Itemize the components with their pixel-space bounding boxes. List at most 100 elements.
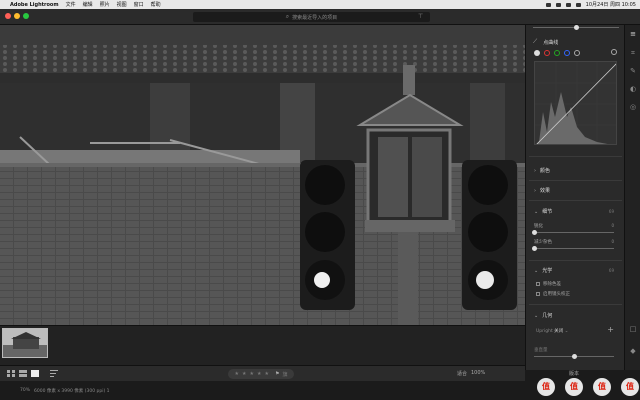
app-menu[interactable]: Adobe Lightroom (10, 2, 59, 8)
menubar-tray: 10月24日 周四 10:05 (545, 1, 636, 8)
section-color-label: 颜色 (540, 168, 551, 174)
menu-help[interactable]: 帮助 (151, 1, 161, 8)
sharpen-slider[interactable] (534, 232, 614, 233)
zoom-window-button[interactable] (23, 13, 29, 19)
flag-icon[interactable]: ⚑ (275, 371, 279, 377)
optics-reset[interactable]: 69 (609, 268, 614, 273)
upright-select[interactable]: Upright 关闭 ⌄ (536, 328, 568, 334)
zoom-select[interactable]: 100% (471, 370, 485, 376)
section-optics[interactable]: ⌄ 光学 (534, 267, 552, 275)
versions-label[interactable]: 版本 (569, 370, 579, 377)
chromatic-checkbox[interactable]: 移除色差 (536, 281, 561, 287)
detail-view-icon[interactable] (31, 370, 39, 377)
minimize-window-button[interactable] (14, 13, 20, 19)
section-detail[interactable]: ⌄ 细节 (534, 208, 553, 216)
menu-file[interactable]: 文件 (66, 1, 76, 8)
star-icon[interactable]: ★ (242, 371, 246, 377)
filmstrip-thumbnail[interactable] (2, 328, 48, 358)
chevron-down-icon: ⌄ (534, 267, 539, 274)
badge-text: 值 (570, 382, 578, 391)
crosshair-icon[interactable]: + (607, 325, 614, 334)
crop-icon[interactable]: ⌗ (629, 49, 637, 57)
chevron-down-icon: ⌄ (564, 329, 569, 334)
flag-label: 旗 (282, 371, 288, 378)
status-info: 6000 像素 x 3990 像素 (300 ppi) 1 (34, 389, 110, 394)
gradient-icon[interactable]: ◎ (629, 103, 637, 111)
sharpen-knob[interactable] (532, 230, 537, 235)
upright-value[interactable]: 关闭 (554, 329, 563, 334)
rating-stars[interactable]: ★ ★ ★ ★ ★ ⚑ 旗 (228, 369, 294, 379)
curve-channels (534, 50, 580, 56)
top-slider-knob[interactable] (574, 25, 579, 30)
star-icon[interactable]: ★ (250, 371, 254, 377)
menu-window[interactable]: 窗口 (134, 1, 144, 8)
noise-value[interactable]: 0 (611, 239, 614, 244)
photo-image (0, 25, 525, 325)
divider (529, 304, 622, 305)
curve-histogram (535, 62, 616, 144)
watermark-badge: 值 (537, 378, 555, 396)
channel-green-button[interactable] (554, 50, 560, 56)
menu-view[interactable]: 视图 (117, 1, 127, 8)
filmstrip (0, 325, 525, 365)
section-effects[interactable]: › 效果 (534, 187, 551, 195)
divider (529, 200, 622, 201)
profile-label: 启用镜头校正 (543, 292, 570, 297)
divider (529, 180, 622, 181)
bottom-right-area: 版本 值 值 值 值 (525, 370, 640, 400)
sharpen-value[interactable]: 0 (611, 223, 614, 228)
section-geometry[interactable]: ⌄ 几何 (534, 312, 552, 320)
tray-icon[interactable] (555, 2, 561, 7)
close-window-button[interactable] (5, 13, 11, 19)
search-input[interactable]: ⌕ 搜索最近导入的项目 (193, 12, 430, 22)
channel-hatch-button[interactable] (574, 50, 580, 56)
channel-red-button[interactable] (544, 50, 550, 56)
fit-label[interactable]: 适合 (457, 370, 467, 377)
checkbox-box[interactable] (536, 292, 540, 296)
curve-target-icon[interactable] (611, 49, 617, 55)
photo-canvas[interactable] (0, 25, 525, 325)
watermark-badge: 值 (565, 378, 583, 396)
healing-icon[interactable]: ✎ (629, 67, 637, 75)
profile-checkbox[interactable]: 启用镜头校正 (536, 291, 570, 297)
info-icon[interactable]: □ (629, 325, 637, 333)
brush-icon[interactable]: ◐ (629, 85, 637, 93)
section-effects-label: 效果 (540, 188, 551, 194)
menubar-clock[interactable]: 10月24日 周四 10:05 (586, 1, 636, 8)
chevron-down-icon: ⌄ (534, 208, 539, 215)
tone-curve-graph[interactable] (534, 61, 617, 145)
detail-reset[interactable]: 69 (609, 209, 614, 214)
watermark-badge: 值 (593, 378, 611, 396)
search-icon: ⌕ (285, 13, 290, 20)
wifi-icon[interactable] (565, 2, 571, 7)
status-bar: 70% 6000 像素 x 3990 像素 (300 ppi) 1 (0, 381, 525, 400)
menu-edit[interactable]: 编辑 (83, 1, 93, 8)
square-grid-icon[interactable] (19, 370, 27, 377)
sort-icon[interactable] (50, 370, 58, 377)
section-color[interactable]: › 颜色 (534, 167, 551, 175)
watermark-badge: 值 (621, 378, 639, 396)
section-detail-label: 细节 (542, 209, 553, 215)
search-placeholder: 搜索最近导入的项目 (292, 14, 338, 21)
chevron-down-icon: ⌄ (534, 312, 539, 319)
grid-view-icon[interactable] (7, 370, 15, 377)
star-icon[interactable]: ★ (257, 371, 261, 377)
tag-icon[interactable]: ◆ (629, 347, 637, 355)
star-icon[interactable]: ★ (235, 371, 239, 377)
chevron-right-icon: › (534, 167, 536, 174)
divider (529, 260, 622, 261)
filter-icon[interactable]: ⊤ (418, 13, 423, 20)
noise-knob[interactable] (532, 246, 537, 251)
sliders-icon[interactable]: ≡ (629, 30, 637, 38)
upright-label: Upright (536, 329, 553, 334)
channel-blue-button[interactable] (564, 50, 570, 56)
vertical-knob[interactable] (572, 354, 577, 359)
noise-slider[interactable] (534, 248, 614, 249)
checkbox-box[interactable] (536, 282, 540, 286)
tray-icon[interactable] (545, 2, 551, 7)
chevron-right-icon: › (534, 187, 536, 194)
channel-rgb-button[interactable] (534, 50, 540, 56)
menu-photo[interactable]: 照片 (100, 1, 110, 8)
star-icon[interactable]: ★ (264, 371, 268, 377)
battery-icon[interactable] (575, 2, 581, 7)
